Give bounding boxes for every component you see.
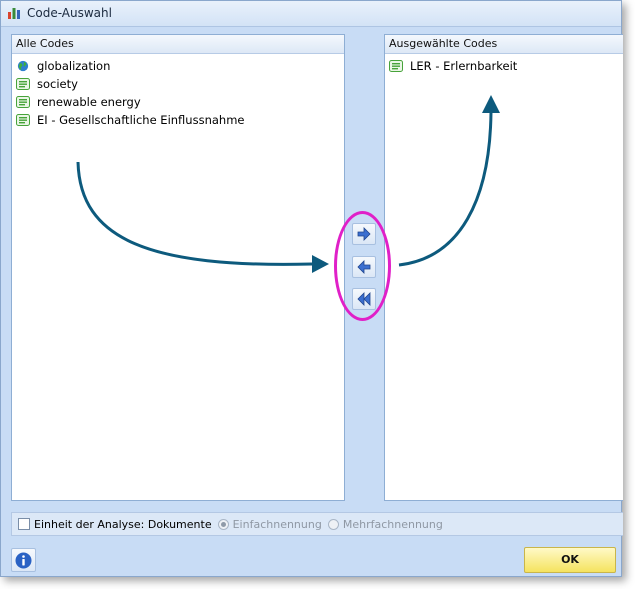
bar-chart-icon bbox=[8, 8, 20, 19]
move-left-button[interactable] bbox=[352, 256, 376, 278]
code-selection-dialog: Code-Auswahl Alle Codes globalization so… bbox=[0, 0, 623, 577]
all-codes-list: globalization society renewable energy E… bbox=[12, 54, 344, 129]
all-codes-header: Alle Codes bbox=[12, 35, 344, 54]
single-mention-radio[interactable] bbox=[217, 518, 229, 530]
arrow-right-icon bbox=[357, 227, 371, 241]
analysis-options-bar: Einheit der Analyse: Dokumente Einfachne… bbox=[11, 512, 623, 536]
list-item-label: renewable energy bbox=[37, 95, 141, 109]
multiple-mention-radio[interactable] bbox=[327, 518, 339, 530]
list-item-label: society bbox=[37, 77, 78, 91]
selected-codes-panel: Ausgewählte Codes LER - Erlernbarkeit bbox=[384, 34, 623, 501]
single-mention-label: Einfachnennung bbox=[232, 517, 322, 531]
info-button[interactable] bbox=[11, 548, 36, 572]
ok-button[interactable]: OK bbox=[524, 547, 616, 573]
list-item-globalization[interactable]: globalization bbox=[12, 57, 344, 75]
code-tag-icon bbox=[16, 96, 30, 108]
list-item-ei[interactable]: EI - Gesellschaftliche Einflussnahme bbox=[12, 111, 344, 129]
list-item-label: globalization bbox=[37, 59, 111, 73]
move-right-button[interactable] bbox=[352, 223, 376, 245]
info-icon bbox=[15, 552, 32, 569]
list-item-ler[interactable]: LER - Erlernbarkeit bbox=[385, 57, 623, 75]
move-all-left-button[interactable] bbox=[352, 288, 376, 310]
multiple-mention-label: Mehrfachnennung bbox=[342, 517, 443, 531]
selected-codes-header: Ausgewählte Codes bbox=[385, 35, 623, 54]
arrow-left-icon bbox=[357, 260, 371, 274]
code-tag-icon bbox=[389, 60, 403, 72]
title-bar: Code-Auswahl bbox=[1, 1, 621, 27]
window-title: Code-Auswahl bbox=[27, 6, 112, 20]
double-arrow-left-icon bbox=[357, 292, 371, 306]
code-tag-icon bbox=[16, 114, 30, 126]
unit-of-analysis-checkbox[interactable] bbox=[18, 518, 30, 530]
list-item-renewable-energy[interactable]: renewable energy bbox=[12, 93, 344, 111]
list-item-label: EI - Gesellschaftliche Einflussnahme bbox=[37, 113, 245, 127]
globe-icon bbox=[17, 60, 29, 72]
list-item-society[interactable]: society bbox=[12, 75, 344, 93]
unit-of-analysis-label: Einheit der Analyse: Dokumente bbox=[34, 517, 212, 531]
list-item-label: LER - Erlernbarkeit bbox=[410, 59, 518, 73]
code-tag-icon bbox=[16, 78, 30, 90]
selected-codes-list: LER - Erlernbarkeit bbox=[385, 54, 623, 75]
all-codes-panel: Alle Codes globalization society renewab… bbox=[11, 34, 345, 501]
